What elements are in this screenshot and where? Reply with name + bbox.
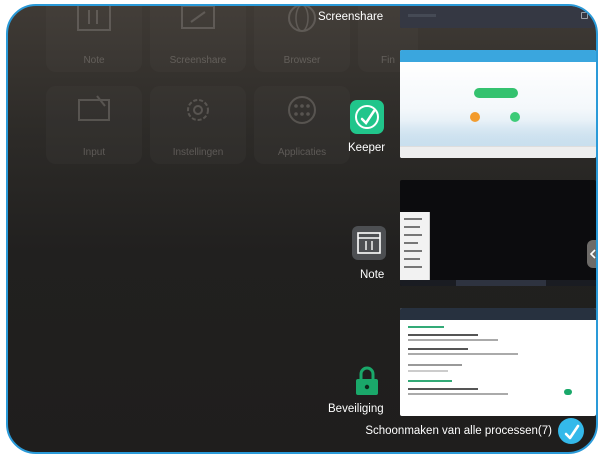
recent-card-keeper[interactable] — [400, 50, 596, 158]
launcher-label-instellingen: Instellingen — [172, 147, 224, 158]
launcher-tile-instellingen: Instellingen — [150, 86, 246, 164]
side-panel-handle[interactable] — [587, 240, 596, 268]
apps-grid-icon — [288, 96, 316, 124]
launcher-label-input: Input — [82, 147, 106, 158]
input-icon — [78, 95, 110, 121]
launcher-tile-input: Input — [46, 86, 142, 164]
keeper-icon[interactable] — [350, 100, 384, 134]
recent-card-note[interactable] — [400, 180, 596, 286]
recent-card-screenshare[interactable] — [400, 6, 596, 28]
note-app-icon[interactable] — [352, 226, 386, 260]
launcher-tile-applicaties: Applicaties — [254, 86, 350, 164]
chevron-left-icon — [589, 249, 596, 259]
screenshare-icon — [181, 6, 215, 29]
tablet-frame: Note Screenshare Browser Fin Input Inste… — [0, 0, 604, 455]
launcher-tile-note: Note — [46, 6, 142, 72]
clean-all-bar[interactable]: Schoonmaken van alle processen(7) — [365, 418, 584, 444]
recents-screen: Note Screenshare Browser Fin Input Inste… — [6, 4, 598, 454]
recent-card-beveiliging[interactable] — [400, 308, 596, 416]
clean-all-button[interactable] — [558, 418, 584, 444]
launcher-tile-screenshare: Screenshare — [150, 6, 246, 72]
settings-gear-icon — [187, 99, 209, 121]
launcher-label-applicaties: Applicaties — [277, 147, 327, 158]
recent-app-title-note: Note — [360, 269, 385, 281]
launcher-label-screenshare: Screenshare — [169, 55, 227, 66]
lock-icon[interactable] — [354, 366, 380, 396]
launcher-label-note: Note — [83, 55, 105, 66]
launcher-label-browser: Browser — [283, 55, 321, 66]
recent-app-title-keeper: Keeper — [348, 142, 386, 154]
broom-icon — [564, 424, 580, 440]
note-icon — [77, 6, 111, 31]
browser-globe-icon — [288, 6, 316, 32]
recent-app-title-screenshare: Screenshare — [318, 11, 384, 23]
recent-app-title-beveiliging: Beveiliging — [328, 403, 384, 415]
clean-all-label[interactable]: Schoonmaken van alle processen(7) — [365, 425, 552, 437]
